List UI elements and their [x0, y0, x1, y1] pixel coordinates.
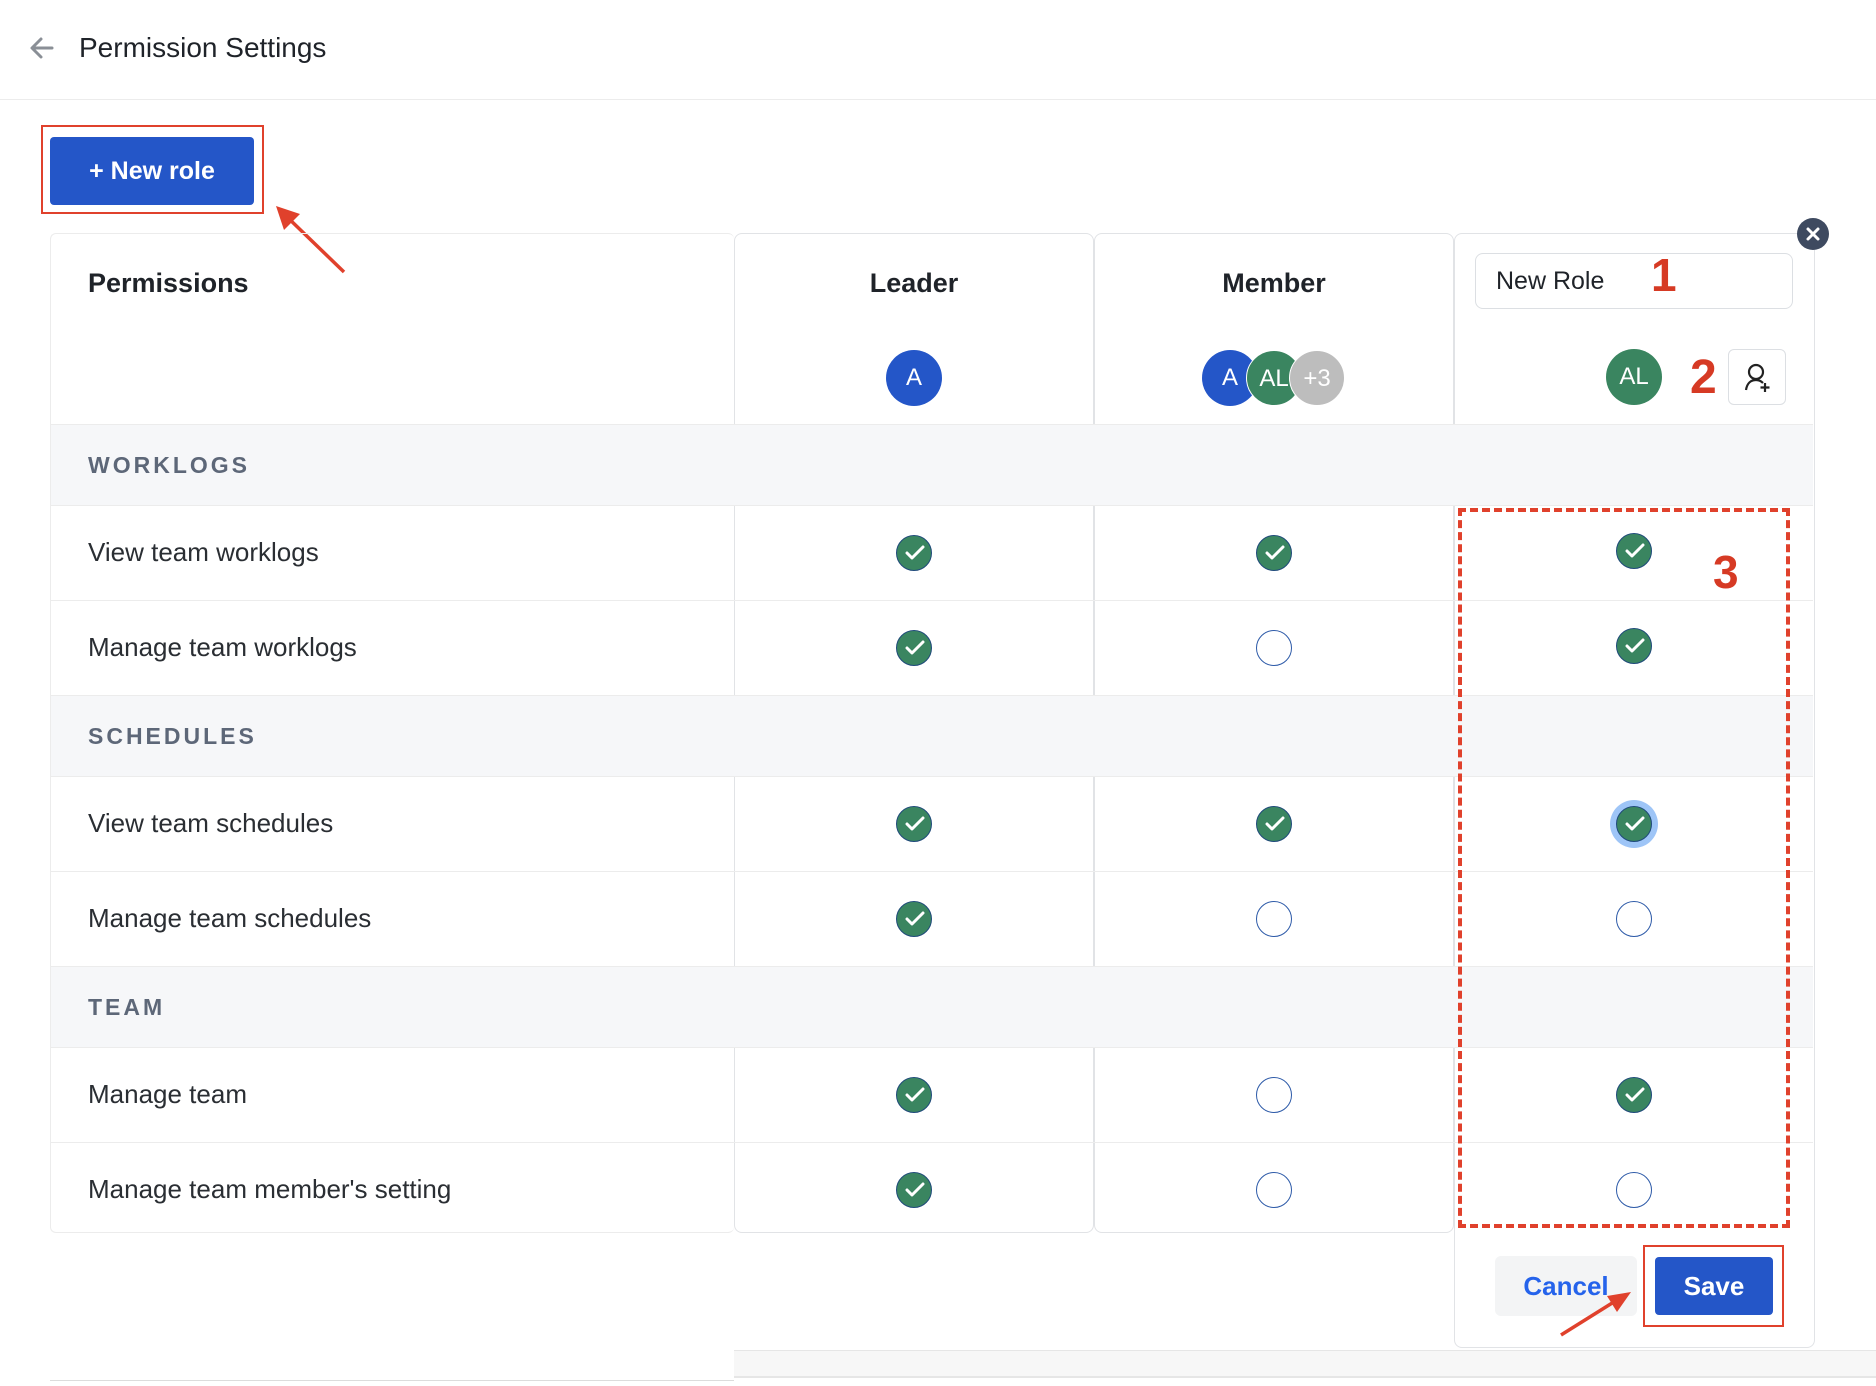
section-label: SCHEDULES [88, 723, 257, 749]
permissions-header: Permissions [88, 268, 249, 298]
avatar[interactable]: A [886, 350, 942, 406]
user-plus-icon [1744, 363, 1770, 392]
permission-checked-toggle[interactable] [1616, 627, 1652, 664]
section-label: TEAM [88, 994, 166, 1020]
permission-label: Manage team member's setting [88, 1174, 452, 1204]
avatar-overflow-count[interactable]: +3 [1289, 350, 1345, 406]
cancel-button[interactable]: Cancel [1495, 1256, 1637, 1316]
annotation-step-2: 2 [1690, 351, 1717, 404]
permission-checked-toggle[interactable] [896, 805, 932, 842]
permission-checked-toggle[interactable] [1256, 534, 1292, 571]
section-row [51, 424, 1813, 505]
permission-checked-toggle[interactable] [896, 1171, 932, 1208]
new-role-button[interactable]: + New role [50, 137, 254, 205]
section-row [51, 695, 1813, 776]
permission-checked-toggle[interactable] [1616, 805, 1652, 842]
permission-unchecked-toggle[interactable] [1256, 629, 1292, 666]
permission-unchecked-toggle[interactable] [1616, 1171, 1652, 1208]
permission-label: View team schedules [88, 808, 334, 838]
avatar[interactable]: AL [1606, 349, 1662, 405]
role-header-member: Member [1222, 268, 1326, 298]
permission-checked-toggle[interactable] [1616, 532, 1652, 569]
annotation-step-1: 1 [1651, 249, 1677, 301]
permission-unchecked-toggle[interactable] [1256, 1076, 1292, 1113]
permission-label: View team worklogs [88, 537, 319, 567]
role-name-input[interactable] [1475, 253, 1793, 309]
section-label: WORKLOGS [88, 452, 250, 478]
section-row [51, 966, 1813, 1047]
save-button[interactable]: Save [1655, 1257, 1773, 1315]
page-header: Permission Settings [0, 0, 1876, 100]
permission-unchecked-toggle[interactable] [1256, 900, 1292, 937]
arrow-left-icon[interactable] [26, 32, 58, 64]
permission-checked-toggle[interactable] [1256, 805, 1292, 842]
role-header-leader: Leader [869, 268, 959, 298]
permission-unchecked-toggle[interactable] [1616, 900, 1652, 937]
table-row [51, 1047, 1813, 1142]
permission-checked-toggle[interactable] [1616, 1076, 1652, 1113]
permission-checked-toggle[interactable] [896, 629, 932, 666]
add-member-button[interactable] [1728, 349, 1786, 405]
divider [50, 1380, 734, 1381]
permission-label: Manage team worklogs [88, 632, 357, 662]
page-title: Permission Settings [79, 32, 327, 63]
close-icon[interactable] [1797, 218, 1829, 250]
permission-checked-toggle[interactable] [896, 1076, 932, 1113]
permission-label: Manage team schedules [88, 903, 372, 933]
permission-label: Manage team [88, 1079, 247, 1109]
permission-unchecked-toggle[interactable] [1256, 1171, 1292, 1208]
permission-checked-toggle[interactable] [896, 900, 932, 937]
permission-checked-toggle[interactable] [896, 534, 932, 571]
footer-bar [734, 1350, 1876, 1378]
